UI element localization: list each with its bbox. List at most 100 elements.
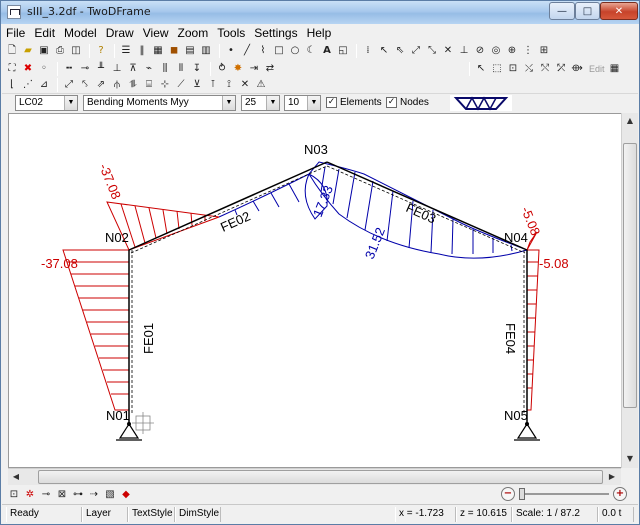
line-icon[interactable]: ╱ xyxy=(240,44,254,58)
edit-node-icon[interactable]: ⊡ xyxy=(506,62,520,76)
result-shear-icon[interactable]: ⊿ xyxy=(37,78,51,92)
help-icon[interactable]: ? xyxy=(94,44,108,58)
scroll-down-icon[interactable]: ▼ xyxy=(622,451,638,467)
edit-member-icon[interactable]: ⤯ xyxy=(522,62,536,76)
select-element-icon[interactable]: ↖ xyxy=(474,62,488,76)
print-icon[interactable]: ⎙ xyxy=(53,44,67,58)
maximize-button[interactable]: □ xyxy=(575,2,600,20)
vertical-scroll-thumb[interactable] xyxy=(623,143,637,408)
new-file-icon[interactable]: 🗋 xyxy=(5,44,19,58)
edit-load-icon[interactable]: ⤱ xyxy=(554,62,568,76)
zoom-out-button[interactable]: − xyxy=(501,487,515,501)
result-axial-icon[interactable]: ⌊ xyxy=(5,78,19,92)
displacement-icon[interactable]: ⇥ xyxy=(247,62,261,76)
render-3d-icon[interactable]: ◆ xyxy=(119,488,133,502)
member-fe03[interactable] xyxy=(326,161,528,251)
result-moment-icon[interactable]: ⤢ xyxy=(62,78,76,92)
snap-mid-icon[interactable]: ⤡ xyxy=(425,44,439,58)
result-deform-icon[interactable]: ⤣ xyxy=(78,78,92,92)
beam-icon[interactable]: ╍ xyxy=(62,62,76,76)
support-roller-icon[interactable]: ⊼ xyxy=(126,62,140,76)
layers-icon[interactable]: ☰ xyxy=(119,44,133,58)
snap-near-icon[interactable]: ⋮ xyxy=(521,44,535,58)
menu-draw[interactable]: Draw xyxy=(102,26,138,40)
dimension-icon[interactable]: ◱ xyxy=(336,44,350,58)
drawing-canvas[interactable]: N02 N03 N04 N01 N05 FE01 FE02 FE03 FE04 … xyxy=(8,113,623,468)
edit-label[interactable]: Edit xyxy=(589,64,605,74)
temperature-icon[interactable]: ✸ xyxy=(231,62,245,76)
scroll-right-icon[interactable]: ▶ xyxy=(604,469,620,485)
support-pin-icon[interactable]: ⊥ xyxy=(110,62,124,76)
snap-dim-icon[interactable]: ▧ xyxy=(103,488,117,502)
result-node-icon[interactable]: ⊹ xyxy=(158,78,172,92)
snap-intersect-icon[interactable]: ✕ xyxy=(441,44,455,58)
menu-view[interactable]: View xyxy=(139,26,173,40)
snap-toggle-icon[interactable]: ⊞ xyxy=(537,44,551,58)
result-cross-icon[interactable]: ✕ xyxy=(238,78,252,92)
member-icon[interactable]: ✖ xyxy=(21,62,35,76)
nodes-checkbox[interactable]: ✓ xyxy=(386,97,397,108)
columns-icon[interactable]: ‖ xyxy=(135,44,149,58)
result-table-icon[interactable]: ⌸ xyxy=(142,78,156,92)
result-member-icon[interactable]: ⟋ xyxy=(174,78,188,92)
zoom-slider-thumb[interactable] xyxy=(519,488,525,500)
text-icon[interactable]: A xyxy=(320,44,334,58)
zoom-in-button[interactable]: + xyxy=(613,487,627,501)
material-icon[interactable]: ◼ xyxy=(167,44,181,58)
node-dot-icon[interactable]: ◦ xyxy=(37,62,51,76)
snap-grid-icon[interactable]: ⁞ xyxy=(361,44,375,58)
vertical-scrollbar[interactable]: ▲ ▼ xyxy=(621,113,638,468)
menu-model[interactable]: Model xyxy=(60,26,101,40)
result-release-icon[interactable]: ⊺ xyxy=(206,78,220,92)
load-dist-icon[interactable]: ⫼ xyxy=(158,62,172,76)
support-n01[interactable] xyxy=(116,422,142,441)
load-point-icon[interactable]: ↧ xyxy=(190,62,204,76)
section-icon[interactable]: ▤ xyxy=(183,44,197,58)
menu-help[interactable]: Help xyxy=(303,26,336,40)
menu-file[interactable]: File xyxy=(2,26,29,40)
circle-icon[interactable]: ○ xyxy=(288,44,302,58)
rectangle-icon[interactable]: □ xyxy=(272,44,286,58)
load-trap-icon[interactable]: ⫴ xyxy=(174,62,188,76)
result-warn-icon[interactable]: ⚠ xyxy=(254,78,268,92)
select-arrow-icon[interactable]: ⇖ xyxy=(393,44,407,58)
result-diagram-icon[interactable]: ⋰ xyxy=(21,78,35,92)
support-fixed-icon[interactable]: ╨ xyxy=(94,62,108,76)
snap-line-icon[interactable]: ⊶ xyxy=(71,488,85,502)
horizontal-scrollbar[interactable]: ◀ ▶ xyxy=(8,468,621,485)
save-icon[interactable]: ▣ xyxy=(37,44,51,58)
support-n05[interactable] xyxy=(514,422,540,441)
hinge-icon[interactable]: ⊸ xyxy=(78,62,92,76)
load-moment-icon[interactable]: ⥁ xyxy=(215,62,229,76)
snap-cross-mode-icon[interactable]: ✲ xyxy=(23,488,37,502)
snap-tangent-icon[interactable]: ⊘ xyxy=(473,44,487,58)
polyline-icon[interactable]: ⌇ xyxy=(256,44,270,58)
snap-ortho-icon[interactable]: ⊸ xyxy=(39,488,53,502)
prestress-icon[interactable]: ⇄ xyxy=(263,62,277,76)
member-fe02[interactable] xyxy=(128,161,328,251)
result-reaction-icon[interactable]: ⥮ xyxy=(126,78,140,92)
horizontal-scroll-thumb[interactable] xyxy=(38,470,603,484)
snap-end-icon[interactable]: ⤢ xyxy=(409,44,423,58)
result-stress-icon[interactable]: ⇗ xyxy=(94,78,108,92)
edit-release-icon[interactable]: ⟴ xyxy=(570,62,584,76)
snap-box-icon[interactable]: ⊠ xyxy=(55,488,69,502)
frame-node-icon[interactable]: ⛶ xyxy=(5,62,19,76)
point-icon[interactable]: • xyxy=(224,44,238,58)
snap-center-icon[interactable]: ◎ xyxy=(489,44,503,58)
snap-perp-icon[interactable]: ⊥ xyxy=(457,44,471,58)
select-icon[interactable]: ↖ xyxy=(377,44,391,58)
result-load-icon[interactable]: ⟟ xyxy=(222,78,236,92)
result-type-select[interactable]: Bending Moments Myy ▼ xyxy=(83,95,236,111)
menu-zoom[interactable]: Zoom xyxy=(174,26,213,40)
select-window-icon[interactable]: ⬚ xyxy=(490,62,504,76)
arc-icon[interactable]: ☾ xyxy=(304,44,318,58)
menu-edit[interactable]: Edit xyxy=(30,26,59,40)
open-folder-icon[interactable]: ▰ xyxy=(21,44,35,58)
grid-icon[interactable]: ▦ xyxy=(151,44,165,58)
scroll-left-icon[interactable]: ◀ xyxy=(8,469,24,485)
edit-support-icon[interactable]: ⤲ xyxy=(538,62,552,76)
edit-props-icon[interactable]: ▦ xyxy=(608,62,622,76)
elements-checkbox[interactable]: ✓ xyxy=(326,97,337,108)
result-envelope-icon[interactable]: ⫛ xyxy=(110,78,124,92)
